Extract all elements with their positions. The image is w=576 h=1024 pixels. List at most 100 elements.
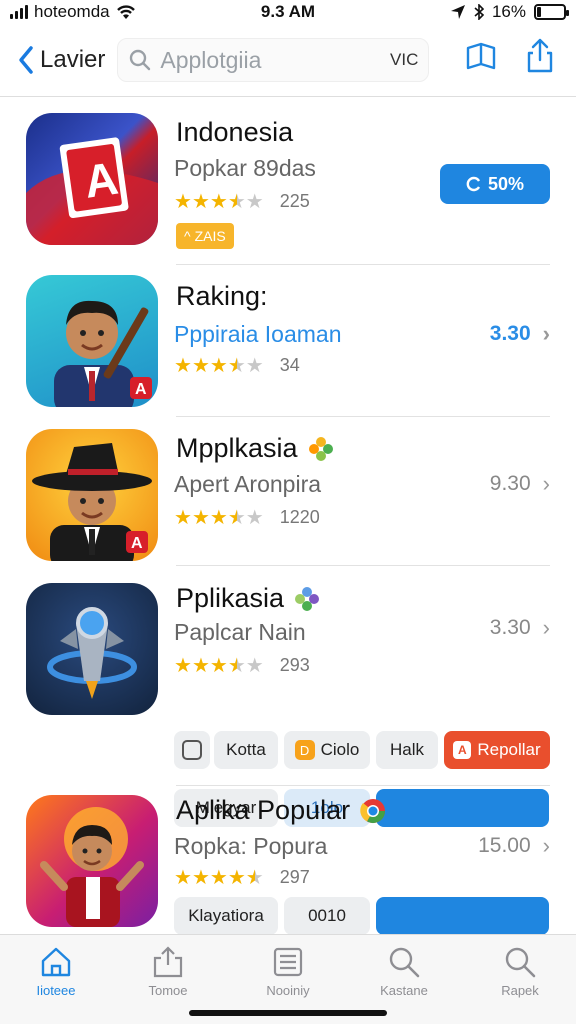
tab-label: Rapek bbox=[501, 983, 539, 998]
primary-action-button[interactable] bbox=[376, 897, 549, 935]
app-logo-icon bbox=[40, 807, 144, 927]
app-logo-icon: A bbox=[26, 137, 158, 245]
back-label: Lavier bbox=[40, 46, 106, 73]
star-icon: ★ bbox=[227, 507, 246, 529]
star-icon: ★ bbox=[227, 191, 246, 213]
chevron-right-icon: › bbox=[542, 471, 550, 496]
star-icon: ★ bbox=[174, 867, 192, 889]
back-button[interactable]: Lavier bbox=[18, 45, 105, 75]
app-subtitle: Popkar 89das bbox=[174, 155, 316, 181]
list-item[interactable]: A Mpplkasia Apert Aronpira ★★★★★ 1220 9.… bbox=[0, 417, 576, 567]
star-icon: ★ bbox=[245, 191, 264, 213]
chevron-right-icon: › bbox=[542, 615, 550, 640]
app-logo-icon bbox=[47, 607, 137, 699]
rating-count: 293 bbox=[279, 655, 310, 675]
tab-label: Iioteee bbox=[36, 983, 76, 998]
app-icon[interactable]: A bbox=[26, 275, 158, 407]
category-chip[interactable]: 0010 bbox=[284, 897, 370, 935]
price-button[interactable]: 9.30 › bbox=[490, 471, 550, 497]
star-icon: ★ bbox=[191, 355, 210, 377]
search-icon bbox=[389, 947, 420, 978]
chip-label: Klayatiora bbox=[188, 906, 264, 925]
app-logo-icon: A bbox=[54, 300, 152, 407]
rating-count: 1220 bbox=[279, 507, 320, 527]
chrome-icon bbox=[360, 798, 386, 823]
search-field[interactable]: Applotgiia VIC bbox=[117, 38, 430, 82]
flower-icon bbox=[295, 586, 320, 611]
app-icon[interactable]: A bbox=[26, 429, 158, 561]
share-icon[interactable] bbox=[524, 38, 556, 74]
category-chip[interactable]: D Ciolo bbox=[284, 731, 370, 769]
app-icon[interactable] bbox=[26, 795, 158, 927]
row-divider bbox=[176, 565, 550, 566]
tab-home[interactable]: Iioteee bbox=[6, 945, 106, 998]
star-icon: ★ bbox=[209, 355, 228, 377]
price-button[interactable]: 3.30 › bbox=[490, 321, 550, 347]
star-icon: ★ bbox=[174, 355, 192, 377]
app-icon[interactable]: A bbox=[26, 113, 158, 245]
price-label: 3.30 bbox=[489, 322, 531, 345]
tab-search-2[interactable]: Rapek bbox=[470, 945, 570, 998]
app-title-text: Mpplkasia bbox=[176, 433, 298, 463]
category-chip[interactable]: Klayatiora bbox=[174, 897, 278, 935]
tab-label: Nooiniy bbox=[266, 983, 310, 998]
flower-icon bbox=[308, 436, 333, 461]
star-icon: ★ bbox=[245, 867, 264, 889]
rating-stars: ★★★★★ bbox=[174, 653, 264, 678]
price-button[interactable]: 3.30 › bbox=[490, 615, 550, 641]
chip-label: Kotta bbox=[226, 740, 266, 759]
app-icon[interactable] bbox=[26, 583, 158, 715]
rating-stars: ★★★★★ 293 bbox=[174, 653, 310, 678]
star-icon: ★ bbox=[227, 355, 246, 377]
status-right: 16% bbox=[450, 2, 569, 22]
chip-label: Ciolo bbox=[320, 740, 360, 759]
home-icon bbox=[41, 947, 71, 977]
rating-stars: ★★★★★ bbox=[174, 189, 264, 214]
star-icon: ★ bbox=[227, 655, 246, 677]
chip-label: 0010 bbox=[308, 906, 346, 925]
status-left: hoteomda bbox=[10, 2, 136, 22]
get-button-label: 50% bbox=[487, 173, 525, 194]
rating-stars: ★★★★★ bbox=[174, 505, 264, 530]
star-icon: ★ bbox=[174, 191, 192, 213]
app-subtitle: Paplcar Nain bbox=[174, 619, 306, 645]
rating-count: 297 bbox=[279, 867, 310, 887]
category-chip[interactable]: Halk bbox=[376, 731, 438, 769]
tab-label: Kastane bbox=[380, 983, 428, 998]
list-item[interactable]: A Indonesia Popkar 89das ★★★★★ 225 ^ ZAI… bbox=[0, 97, 576, 265]
status-bar: hoteomda 9.3 AM 16% bbox=[0, 0, 576, 24]
star-icon: ★ bbox=[209, 655, 228, 677]
book-icon[interactable] bbox=[464, 40, 498, 74]
badge-label: ZAIS bbox=[194, 228, 226, 244]
carrier-name: hoteomda bbox=[34, 2, 110, 21]
chip-label: Halk bbox=[389, 740, 424, 759]
wifi-icon bbox=[116, 5, 135, 19]
checkbox-icon bbox=[182, 740, 202, 760]
battery-percent: 16% bbox=[491, 2, 526, 21]
app-title: Aplika Popular bbox=[176, 795, 386, 826]
list-item[interactable]: Aplika Popular Ropka: Popura ★★★★★ 297 1… bbox=[0, 787, 576, 935]
search-icon bbox=[130, 49, 151, 71]
tab-share[interactable]: Tomoe bbox=[118, 945, 218, 998]
search-placeholder: Applotgiia bbox=[160, 46, 262, 73]
get-button[interactable]: 50% bbox=[440, 164, 550, 204]
list-icon bbox=[273, 947, 303, 977]
price-button[interactable]: 15.00 › bbox=[478, 833, 550, 859]
search-icon bbox=[505, 947, 536, 978]
category-chip[interactable]: Kotta bbox=[214, 731, 278, 769]
rating-count: 34 bbox=[279, 355, 300, 375]
rating-stars: ★★★★★ 225 bbox=[174, 189, 310, 214]
app-title: Mpplkasia bbox=[176, 433, 334, 464]
tab-list[interactable]: Nooiniy bbox=[238, 945, 338, 998]
tab-search[interactable]: Kastane bbox=[354, 945, 454, 998]
rating-stars: ★★★★★ bbox=[174, 353, 264, 378]
star-icon: ★ bbox=[245, 655, 264, 677]
status-time: 9.3 AM bbox=[260, 2, 316, 21]
list-item[interactable]: A Raking: Pppiraia Ioaman ★★★★★ 34 3.30 … bbox=[0, 265, 576, 417]
svg-text:A: A bbox=[131, 535, 143, 552]
signal-icon bbox=[10, 5, 28, 19]
chip-label: Repollar bbox=[477, 740, 541, 759]
checkbox-chip[interactable] bbox=[174, 731, 210, 769]
popular-chip[interactable]: A Repollar bbox=[444, 731, 550, 769]
app-logo-icon: A bbox=[32, 443, 152, 561]
